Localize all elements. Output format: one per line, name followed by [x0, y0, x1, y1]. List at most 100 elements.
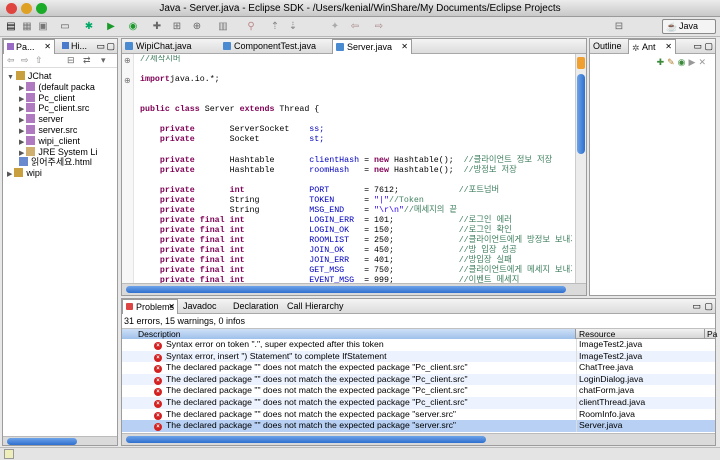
save-icon[interactable]: ▦: [20, 20, 34, 33]
link-editor-icon[interactable]: ⇄: [83, 55, 91, 66]
tab-hierarchy[interactable]: Hi...: [59, 39, 95, 54]
close-icon[interactable]: ✕: [44, 40, 51, 54]
prev-annotation-icon[interactable]: ⇡: [268, 20, 282, 33]
run-icon[interactable]: ▶: [689, 57, 699, 67]
problem-resource: Server.java: [579, 420, 623, 431]
zoom-window-button[interactable]: [36, 3, 47, 14]
print-icon[interactable]: ▣: [36, 20, 50, 33]
maximize-icon[interactable]: ▢: [704, 41, 713, 52]
code-token: Thread {: [274, 105, 320, 115]
expand-arrow-icon[interactable]: ▼: [7, 74, 16, 81]
expand-arrow-icon[interactable]: ▶: [19, 85, 26, 92]
java-perspective-icon: ☕: [666, 22, 678, 32]
search-icon[interactable]: ⚲: [244, 20, 258, 33]
back-icon[interactable]: ⇦: [348, 20, 362, 33]
forward-icon[interactable]: ⇨: [372, 20, 386, 33]
error-icon: ×: [154, 353, 162, 362]
horizontal-scrollbar[interactable]: [122, 433, 715, 445]
fold-icon[interactable]: ⊕: [124, 56, 131, 65]
minimize-icon[interactable]: ▭: [693, 41, 702, 52]
horizontal-scrollbar[interactable]: [3, 436, 117, 445]
java-perspective-button[interactable]: ☕ Java: [662, 19, 716, 34]
search-buildfile-icon[interactable]: ✎: [667, 57, 678, 67]
tab-wipichat-java[interactable]: WipiChat.java: [122, 39, 218, 54]
code-token: st;: [309, 135, 325, 145]
open-task-icon[interactable]: ▥: [216, 20, 230, 33]
code-token: private int: [140, 185, 310, 195]
tab-outline[interactable]: Outline: [590, 39, 626, 54]
maximize-icon[interactable]: ▢: [106, 41, 115, 52]
code-token: GET_MSG: [309, 266, 360, 276]
vertical-scrollbar[interactable]: [575, 54, 586, 283]
problem-row[interactable]: × The declared package "" does not match …: [122, 362, 715, 374]
close-icon[interactable]: ✕: [665, 40, 672, 54]
problem-row[interactable]: × The declared package "" does not match …: [122, 397, 715, 409]
new-package-icon[interactable]: ⊞: [170, 20, 184, 33]
problem-row[interactable]: × Syntax error, insert ") Statement" to c…: [122, 350, 715, 363]
scroll-thumb[interactable]: [577, 74, 585, 154]
run-target-icon[interactable]: ◉: [678, 57, 689, 67]
tab-javadoc[interactable]: Javadoc: [180, 299, 228, 314]
tab-declaration[interactable]: Declaration: [230, 299, 282, 314]
outline-panel: Outline ✲ Ant ✕ ▭ ▢ ✚✎◉▶✕: [589, 38, 716, 296]
fold-icon[interactable]: ⊕: [124, 76, 131, 85]
run-external-icon[interactable]: ◉: [126, 20, 140, 33]
problem-row[interactable]: × The declared package "" does not match …: [122, 385, 715, 397]
expand-arrow-icon[interactable]: ▶: [19, 96, 26, 103]
tab-componenttest-java[interactable]: ComponentTest.java: [220, 39, 330, 54]
open-type-icon[interactable]: ▭: [58, 20, 72, 33]
tab-server-java[interactable]: Server.java ✕: [332, 39, 412, 54]
back-icon[interactable]: ⇦: [7, 55, 15, 66]
tab-call-hierarchy[interactable]: Call Hierarchy: [284, 299, 348, 314]
forward-icon[interactable]: ⇨: [21, 55, 29, 66]
column-resource[interactable]: Resource: [577, 329, 705, 339]
close-icon[interactable]: ✕: [401, 40, 408, 54]
fast-view-icon[interactable]: [4, 449, 14, 459]
code-token: MSG_END: [309, 205, 360, 215]
tab-label: ComponentTest.java: [234, 41, 317, 51]
tab-ant[interactable]: ✲ Ant ✕: [628, 39, 676, 54]
column-description[interactable]: Description: [122, 329, 576, 339]
new-icon[interactable]: ▤: [4, 20, 18, 33]
close-window-button[interactable]: [6, 3, 17, 14]
error-overview-icon[interactable]: [577, 57, 585, 69]
problem-row[interactable]: × Syntax error on token ".", super expect…: [122, 339, 715, 351]
remove-icon[interactable]: ✕: [698, 57, 709, 67]
expand-arrow-icon[interactable]: ▶: [19, 106, 26, 113]
scroll-thumb[interactable]: [126, 436, 486, 443]
debug-icon[interactable]: ✱: [82, 20, 96, 33]
next-edit-icon[interactable]: ✦: [328, 20, 342, 33]
column-path[interactable]: Pa: [706, 329, 717, 339]
scroll-thumb[interactable]: [126, 286, 566, 293]
problem-row[interactable]: × The declared package "" does not match …: [122, 373, 715, 386]
problem-row[interactable]: × The declared package "" does not match …: [122, 408, 715, 421]
up-icon[interactable]: ⇧: [35, 55, 43, 66]
maximize-icon[interactable]: ▢: [704, 301, 713, 312]
problem-row[interactable]: × The declared package "" does not match …: [122, 420, 715, 432]
expand-arrow-icon[interactable]: ▶: [7, 171, 14, 178]
next-annotation-icon[interactable]: ⇣: [286, 20, 300, 33]
expand-arrow-icon[interactable]: ▶: [19, 139, 26, 146]
minimize-icon[interactable]: ▭: [692, 301, 701, 312]
collapse-all-icon[interactable]: ⊟: [67, 55, 75, 66]
add-buildfile-icon[interactable]: ✚: [657, 57, 668, 67]
tab-problems[interactable]: Problems ✕: [122, 299, 178, 314]
new-java-project-icon[interactable]: ✚: [150, 20, 164, 33]
problem-description: × The declared package "" does not match …: [154, 385, 576, 397]
expand-arrow-icon[interactable]: ▶: [19, 117, 26, 124]
scroll-thumb[interactable]: [7, 438, 77, 445]
expand-arrow-icon[interactable]: ▶: [19, 128, 26, 135]
run-icon[interactable]: ▶: [104, 20, 118, 33]
code-area[interactable]: //제작시버 importjava.io.*; public class Ser…: [140, 55, 572, 283]
minimize-icon[interactable]: ▭: [96, 41, 105, 52]
code-token: ROOMLIST: [309, 235, 360, 245]
open-perspective-icon[interactable]: ⊟: [612, 20, 626, 33]
horizontal-scrollbar[interactable]: [122, 283, 586, 295]
tree-item[interactable]: ▶ wipi: [7, 168, 42, 180]
minimize-window-button[interactable]: [21, 3, 32, 14]
expand-arrow-icon[interactable]: ▶: [19, 150, 26, 157]
close-icon[interactable]: ✕: [168, 300, 175, 314]
view-menu-icon[interactable]: ▾: [101, 55, 106, 66]
tab-package-explorer[interactable]: Pa... ✕: [3, 39, 55, 54]
new-class-icon[interactable]: ⊕: [190, 20, 204, 33]
